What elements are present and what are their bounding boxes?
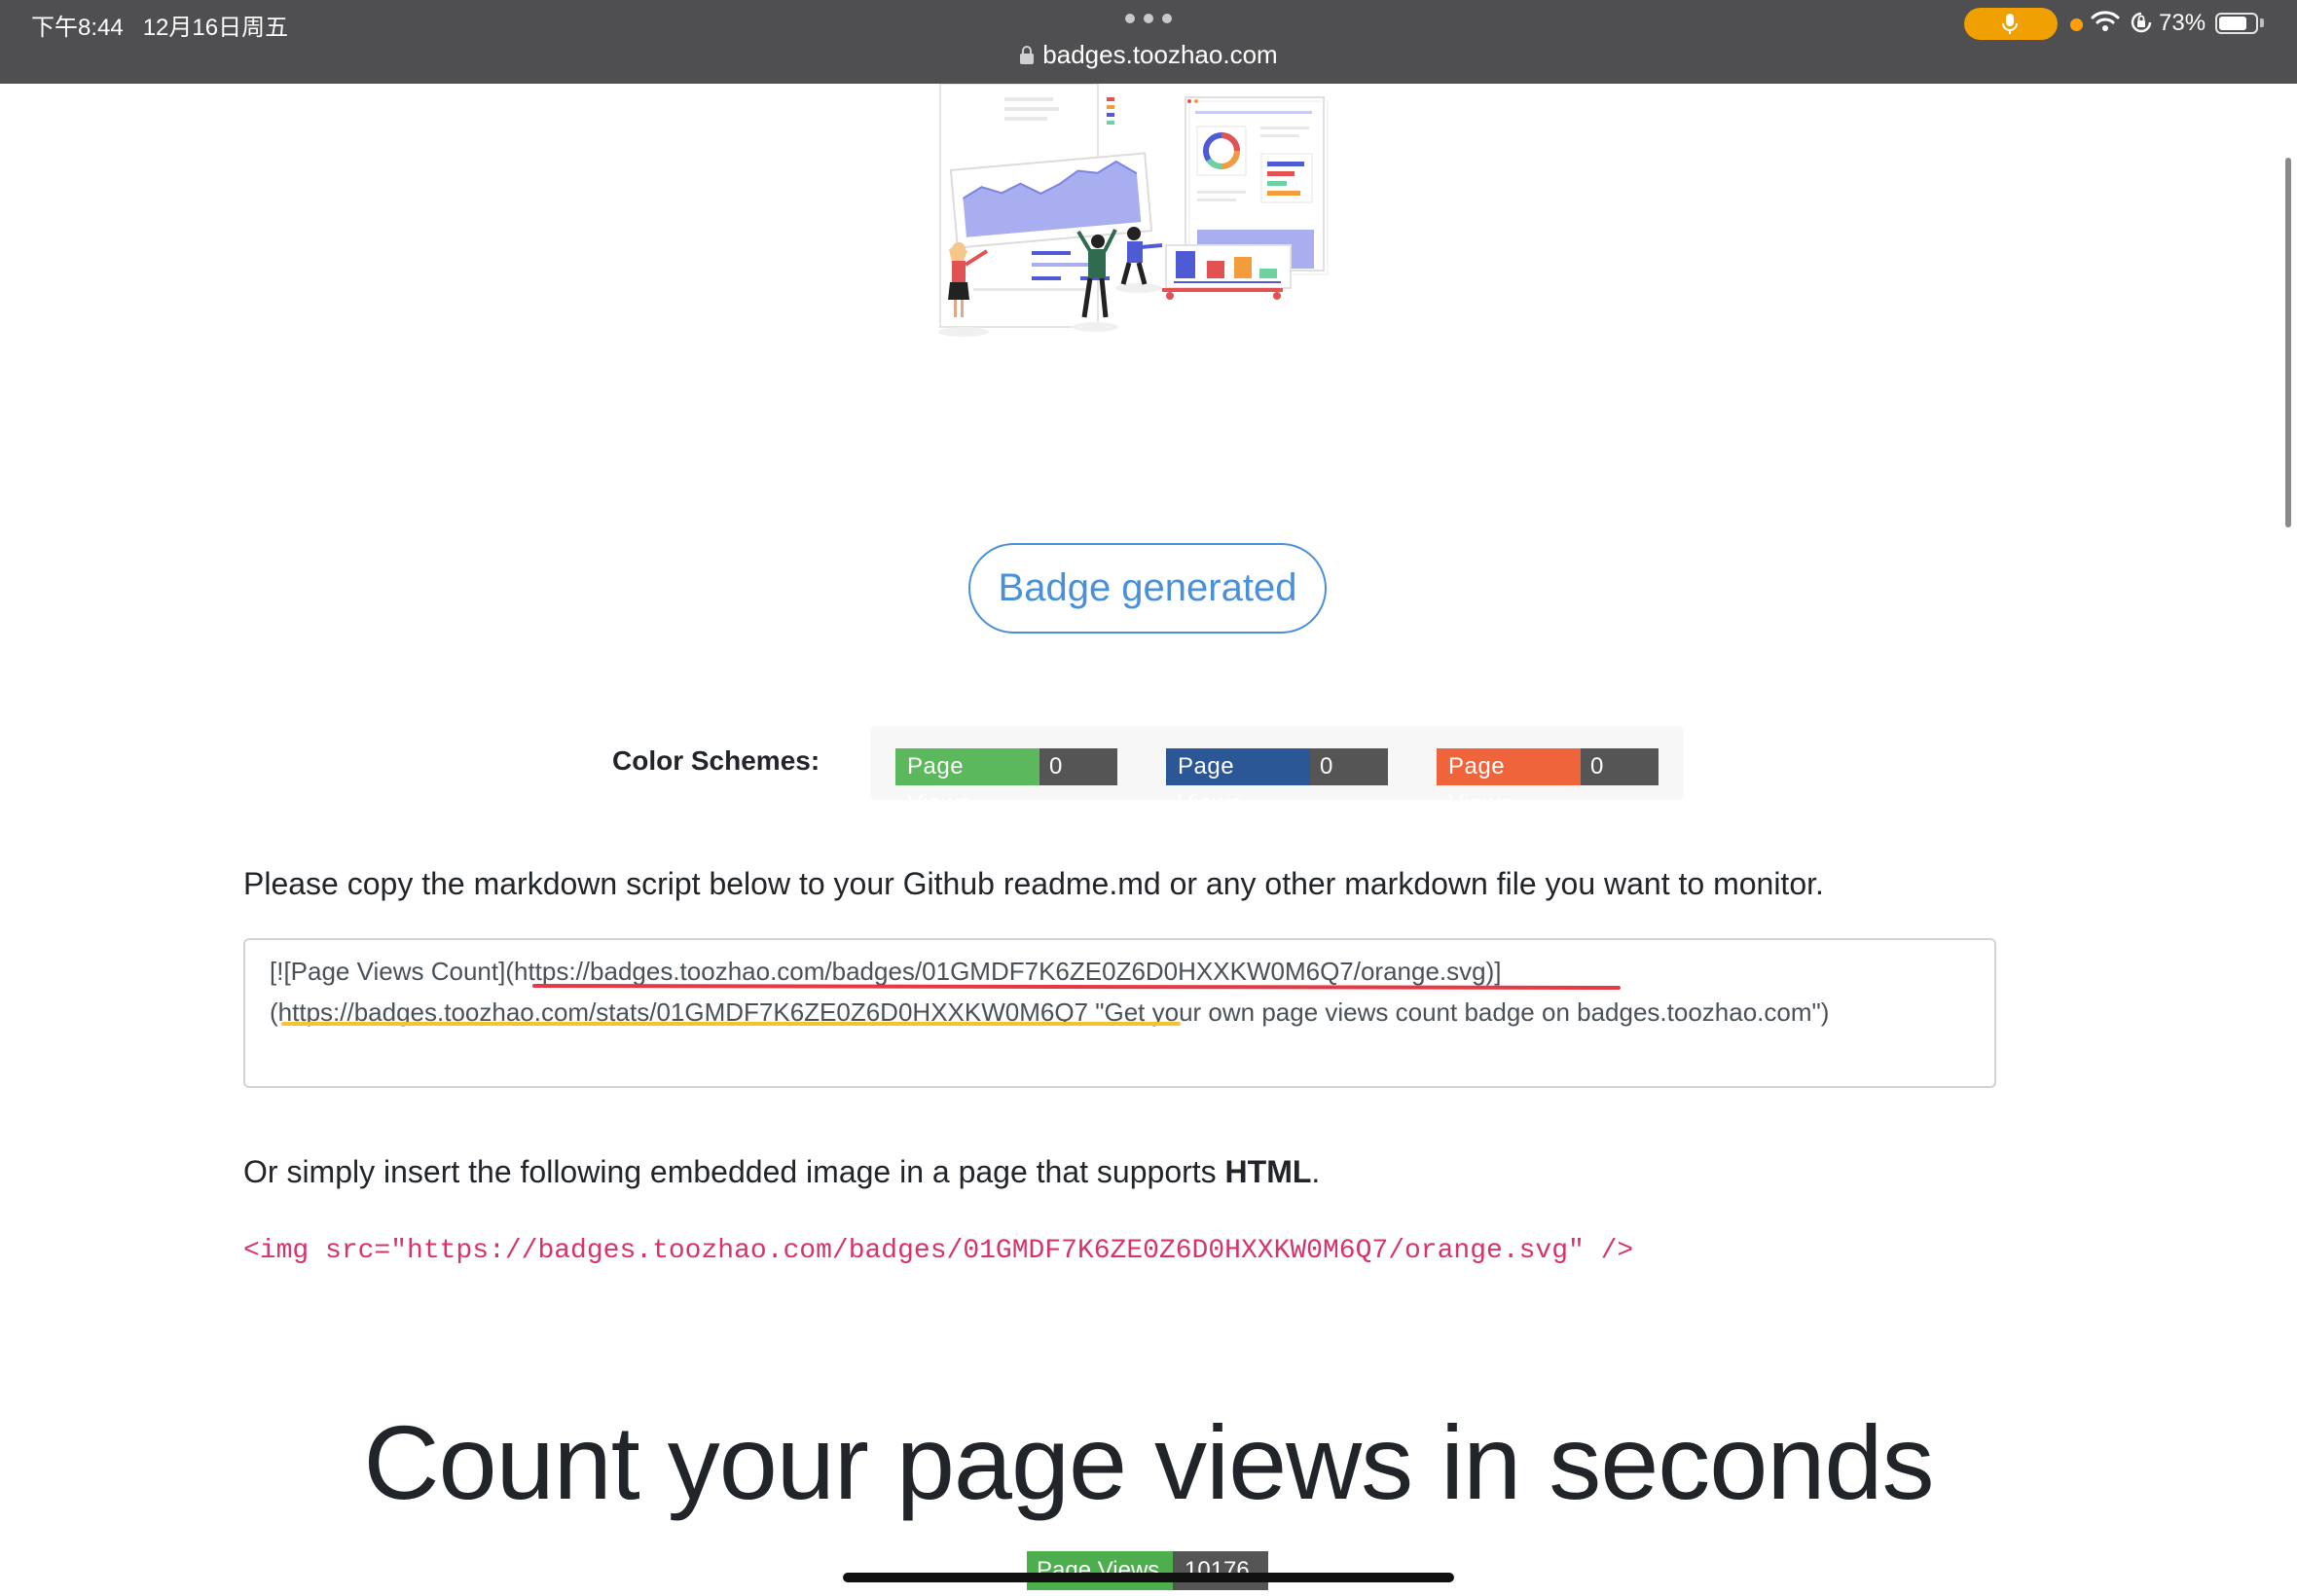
html-embed-code[interactable]: <img src="https://badges.toozhao.com/bad… <box>243 1236 1633 1266</box>
badge-label: Page Views <box>895 748 1039 816</box>
lock-icon <box>1019 42 1035 72</box>
badge-value: 0 <box>1039 748 1117 785</box>
page-headline: Count your page views in seconds <box>363 1403 1935 1521</box>
color-schemes-label: Color Schemes: <box>612 745 820 776</box>
html-bold: HTML <box>1224 1154 1312 1189</box>
badge-label: Page Views <box>1437 748 1581 816</box>
wifi-icon <box>2091 11 2120 31</box>
badge-green[interactable]: Page Views 0 <box>895 748 1117 816</box>
page-scrollbar[interactable] <box>2285 158 2291 527</box>
yellow-annotation-underline <box>281 1022 1181 1026</box>
address-bar[interactable]: badges.toozhao.com <box>0 40 2297 72</box>
badge-blue[interactable]: Page Views 0 <box>1166 748 1388 816</box>
microphone-indicator[interactable] <box>1964 8 2058 40</box>
badge-label: Page Views <box>1027 1551 1173 1590</box>
markdown-code-line-1[interactable]: [![Page Views Count](https://badges.tooz… <box>270 957 1502 987</box>
badge-value: 10176 <box>1173 1551 1268 1590</box>
badge-label: Page Views <box>1166 748 1310 816</box>
dashboard-illustration <box>938 84 1329 337</box>
battery-icon <box>2215 13 2258 34</box>
home-indicator[interactable] <box>843 1573 1454 1582</box>
badge-value: 0 <box>1581 748 1659 785</box>
markdown-instructions: Please copy the markdown script below to… <box>243 866 1824 901</box>
html-instructions: Or simply insert the following embedded … <box>243 1154 1321 1189</box>
status-time: 下午8:44 12月16日周五 <box>31 15 289 41</box>
page-views-counter-badge[interactable]: Page Views 10176 <box>1027 1551 1268 1590</box>
battery-tip <box>2260 18 2264 27</box>
badge-orange[interactable]: Page Views 0 <box>1437 748 1659 816</box>
rotation-lock-icon <box>2131 12 2152 33</box>
microphone-icon <box>2002 14 2018 34</box>
url-text: badges.toozhao.com <box>1042 40 1278 69</box>
badge-value: 0 <box>1310 748 1388 785</box>
more-dots-icon[interactable] <box>1125 14 1172 23</box>
recording-dot <box>2070 18 2083 31</box>
badge-generated-button[interactable]: Badge generated <box>968 543 1327 634</box>
battery-percent: 73% <box>2159 10 2206 36</box>
